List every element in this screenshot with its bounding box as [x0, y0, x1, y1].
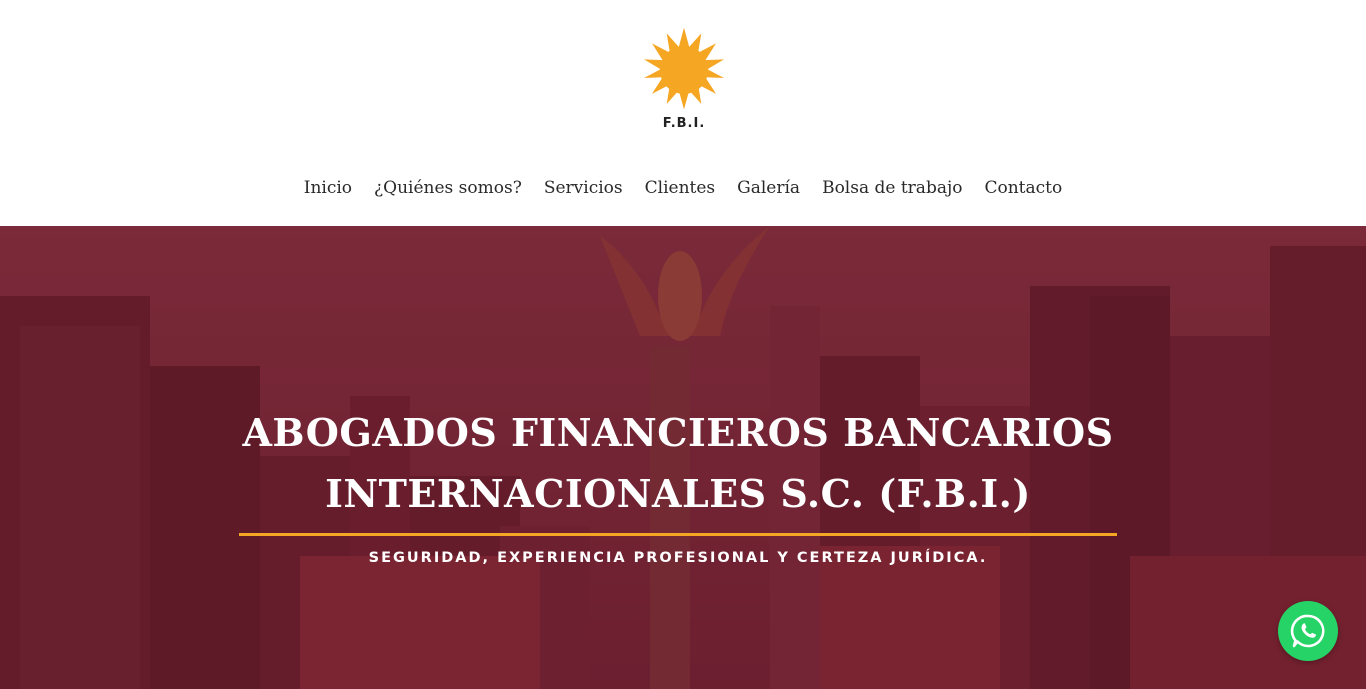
nav-item-bolsa-de-trabajo[interactable]: Bolsa de trabajo — [822, 174, 962, 202]
hero-title-line2: INTERNACIONALES S.C. (F.B.I.) — [325, 471, 1031, 516]
hero-subtitle: SEGURIDAD, EXPERIENCIA PROFESIONAL Y CER… — [368, 550, 988, 566]
nav-item-contacto[interactable]: Contacto — [984, 174, 1062, 202]
sun-icon — [644, 28, 724, 110]
hero-title: ABOGADOS FINANCIEROS BANCARIOS INTERNACI… — [240, 402, 1116, 524]
whatsapp-button[interactable] — [1278, 601, 1338, 661]
hero-section: ABOGADOS FINANCIEROS BANCARIOS INTERNACI… — [0, 226, 1366, 689]
nav-item-servicios[interactable]: Servicios — [544, 174, 623, 202]
nav-item-quienes-somos[interactable]: ¿Quiénes somos? — [374, 174, 522, 202]
nav-item-galeria[interactable]: Galería — [737, 174, 800, 202]
nav-item-clientes[interactable]: Clientes — [645, 174, 716, 202]
logo-text: F.B.I. — [662, 116, 706, 131]
hero-title-line1: ABOGADOS FINANCIEROS BANCARIOS — [242, 410, 1114, 455]
hero-divider — [239, 533, 1117, 536]
main-nav: Inicio ¿Quiénes somos? Servicios Cliente… — [0, 174, 1366, 202]
whatsapp-icon — [1290, 614, 1325, 648]
site-header: F.B.I. Inicio ¿Quiénes somos? Servicios … — [0, 0, 1366, 226]
site-logo[interactable]: F.B.I. — [628, 28, 740, 150]
nav-item-inicio[interactable]: Inicio — [304, 174, 352, 202]
